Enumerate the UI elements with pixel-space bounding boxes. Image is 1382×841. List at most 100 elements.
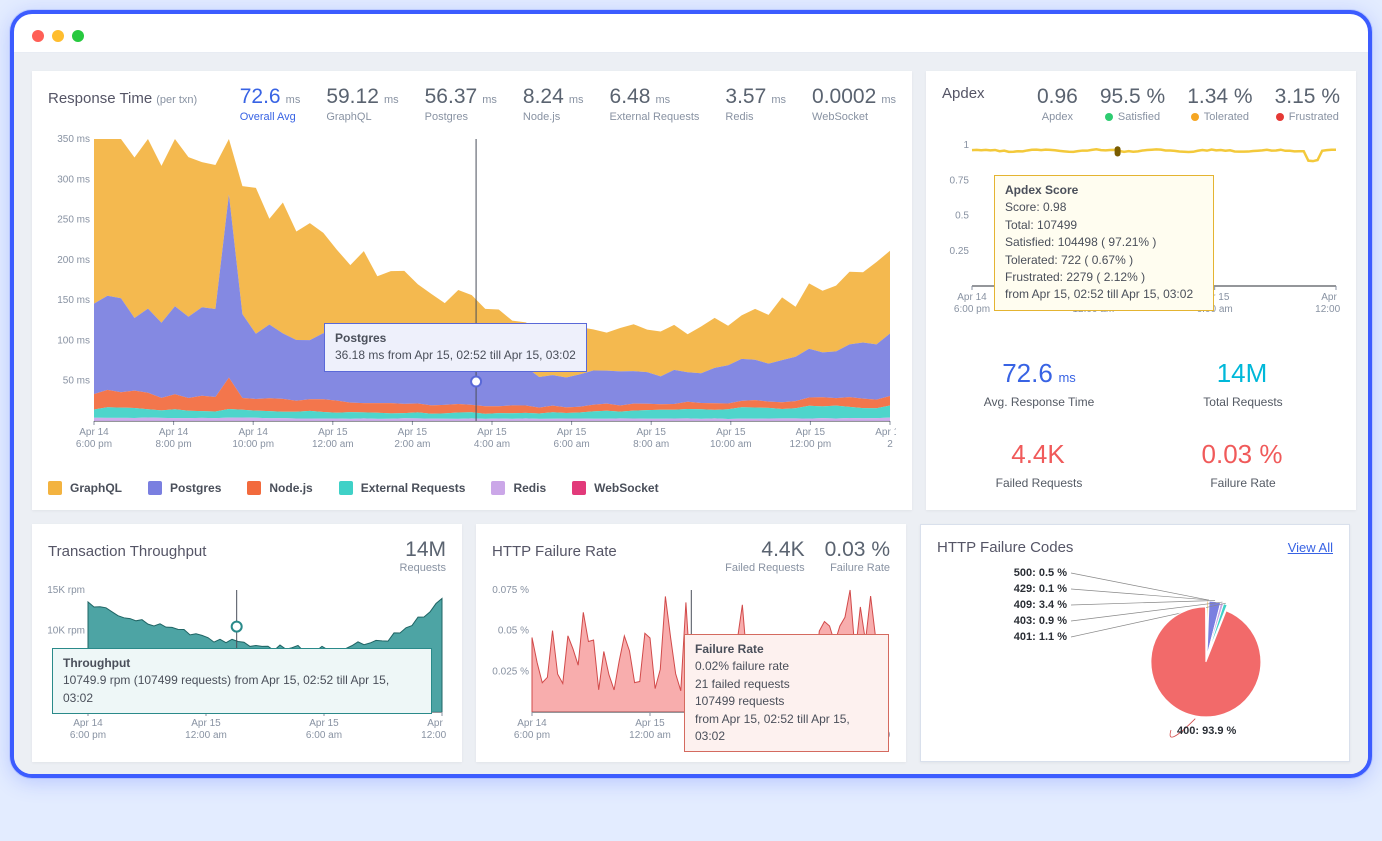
svg-text:200 ms: 200 ms bbox=[57, 255, 90, 266]
stat: 3.15 %Frustrated bbox=[1275, 85, 1340, 123]
stat: 3.57 msRedis bbox=[725, 85, 786, 123]
svg-text:8:00 am: 8:00 am bbox=[633, 439, 669, 450]
svg-text:15K rpm: 15K rpm bbox=[48, 585, 85, 596]
panel-response-time: Response Time (per txn) 72.6 msOverall A… bbox=[32, 71, 912, 510]
svg-text:2: 2 bbox=[887, 439, 893, 450]
tooltip-postgres: Postgres 36.18 ms from Apr 15, 02:52 til… bbox=[324, 323, 587, 372]
svg-text:Apr 15: Apr 15 bbox=[398, 427, 428, 438]
legend: GraphQL Postgres Node.js External Requests R… bbox=[48, 481, 896, 495]
tooltip-apdex: Apdex Score Score: 0.98Total: 107499Sati… bbox=[994, 175, 1214, 311]
svg-text:12:00 am: 12:00 am bbox=[312, 439, 354, 450]
svg-text:1: 1 bbox=[963, 141, 969, 151]
response-time-chart[interactable]: 50 ms100 ms150 ms200 ms250 ms300 ms350 m… bbox=[48, 131, 896, 471]
apdex-chart[interactable]: 0.250.50.751Apr 146:00 pmApr 1512:00 amA… bbox=[942, 141, 1340, 326]
panel-throughput: Transaction Throughput 14M Requests 5K r… bbox=[32, 524, 462, 762]
stat: 6.48 msExternal Requests bbox=[610, 85, 700, 123]
svg-text:0.025 %: 0.025 % bbox=[492, 666, 529, 677]
stat-label: Requests bbox=[400, 562, 446, 574]
legend-item[interactable]: Postgres bbox=[148, 481, 221, 495]
failure-rate-chart[interactable]: 0.025 %0.05 %0.075 %Apr 146:00 pmApr 151… bbox=[492, 582, 890, 752]
stat: 4.4KFailed Requests bbox=[725, 538, 805, 574]
svg-text:Apr 15: Apr 15 bbox=[427, 718, 446, 729]
svg-text:Apr 15: Apr 15 bbox=[309, 718, 339, 729]
stat-value: 14M bbox=[400, 538, 446, 562]
throughput-chart[interactable]: 5K rpm10K rpm15K rpmApr 146:00 pmApr 151… bbox=[48, 582, 446, 752]
svg-text:Apr 15: Apr 15 bbox=[635, 718, 665, 729]
svg-text:Apr 15: Apr 15 bbox=[318, 427, 348, 438]
window-close-icon[interactable] bbox=[32, 30, 44, 42]
svg-text:350 ms: 350 ms bbox=[57, 134, 90, 145]
svg-text:10:00 am: 10:00 am bbox=[710, 439, 752, 450]
stat: 0.96Apdex bbox=[1037, 85, 1078, 123]
panel-failure-codes: HTTP Failure Codes View All 500: 0.5 % 42… bbox=[920, 524, 1350, 762]
svg-text:12:00 pm: 12:00 pm bbox=[1315, 304, 1340, 315]
tooltip-throughput: Throughput 10749.9 rpm (107499 requests)… bbox=[52, 648, 432, 714]
svg-text:4:00 am: 4:00 am bbox=[474, 439, 510, 450]
panel-subtitle: (per txn) bbox=[156, 94, 197, 106]
svg-text:400: 93.9 %: 400: 93.9 % bbox=[1177, 725, 1237, 737]
svg-text:2:00 am: 2:00 am bbox=[394, 439, 430, 450]
tooltip-failure-rate: Failure Rate 0.02% failure rate21 failed… bbox=[684, 634, 889, 752]
kpi: 0.03 %Failure Rate bbox=[1146, 429, 1340, 500]
panel-title: HTTP Failure Codes bbox=[937, 539, 1073, 556]
svg-text:6:00 pm: 6:00 pm bbox=[70, 730, 106, 741]
svg-text:6:00 pm: 6:00 pm bbox=[76, 439, 112, 450]
svg-text:500: 0.5 %: 500: 0.5 % bbox=[1014, 567, 1067, 579]
stat: 59.12 msGraphQL bbox=[326, 85, 398, 123]
window-max-icon[interactable] bbox=[72, 30, 84, 42]
legend-item[interactable]: GraphQL bbox=[48, 481, 122, 495]
app-window: Response Time (per txn) 72.6 msOverall A… bbox=[10, 10, 1372, 778]
svg-text:300 ms: 300 ms bbox=[57, 174, 90, 185]
legend-item[interactable]: Node.js bbox=[247, 481, 312, 495]
legend-item[interactable]: Redis bbox=[491, 481, 546, 495]
svg-text:50 ms: 50 ms bbox=[63, 376, 90, 387]
view-all-link[interactable]: View All bbox=[1288, 540, 1333, 555]
panel-title: Apdex bbox=[942, 85, 985, 102]
svg-text:0.25: 0.25 bbox=[950, 246, 970, 257]
svg-text:Apr 14: Apr 14 bbox=[517, 718, 547, 729]
svg-text:Apr 15: Apr 15 bbox=[1321, 292, 1340, 303]
panel-title: HTTP Failure Rate bbox=[492, 543, 617, 560]
svg-text:Apr 15: Apr 15 bbox=[477, 427, 507, 438]
panel-title: Response Time bbox=[48, 90, 152, 107]
svg-text:0.075 %: 0.075 % bbox=[492, 585, 529, 596]
svg-text:10K rpm: 10K rpm bbox=[48, 626, 85, 637]
svg-text:12:00 pm: 12:00 pm bbox=[421, 730, 446, 741]
kpi-grid: 72.6 msAvg. Response Time14MTotal Reques… bbox=[942, 348, 1340, 500]
svg-text:10:00 pm: 10:00 pm bbox=[232, 439, 274, 450]
stat: 72.6 msOverall Avg bbox=[240, 85, 301, 123]
svg-text:429: 0.1 %: 429: 0.1 % bbox=[1014, 583, 1067, 595]
svg-text:401: 1.1 %: 401: 1.1 % bbox=[1014, 631, 1067, 643]
svg-text:8:00 pm: 8:00 pm bbox=[156, 439, 192, 450]
kpi: 14MTotal Requests bbox=[1146, 348, 1340, 419]
svg-text:Apr 14: Apr 14 bbox=[73, 718, 103, 729]
svg-text:Apr 15: Apr 15 bbox=[191, 718, 221, 729]
titlebar bbox=[14, 14, 1368, 52]
stat: 0.03 %Failure Rate bbox=[825, 538, 890, 574]
svg-text:250 ms: 250 ms bbox=[57, 215, 90, 226]
svg-text:6:00 pm: 6:00 pm bbox=[514, 730, 550, 741]
panel-title: Transaction Throughput bbox=[48, 543, 206, 560]
svg-text:12:00 am: 12:00 am bbox=[185, 730, 227, 741]
stat: 8.24 msNode.js bbox=[523, 85, 584, 123]
stat: 95.5 %Satisfied bbox=[1100, 85, 1165, 123]
svg-text:Apr 14: Apr 14 bbox=[159, 427, 189, 438]
legend-item[interactable]: WebSocket bbox=[572, 481, 658, 495]
svg-text:0.5: 0.5 bbox=[955, 211, 969, 222]
svg-text:6:00 am: 6:00 am bbox=[554, 439, 590, 450]
svg-text:Apr 14: Apr 14 bbox=[957, 292, 987, 303]
svg-text:0.75: 0.75 bbox=[950, 175, 970, 186]
legend-item[interactable]: External Requests bbox=[339, 481, 466, 495]
svg-text:Apr 15: Apr 15 bbox=[636, 427, 666, 438]
failure-codes-pie[interactable]: 500: 0.5 %429: 0.1 %409: 3.4 %403: 0.9 %… bbox=[937, 556, 1335, 746]
svg-text:Apr 14: Apr 14 bbox=[238, 427, 268, 438]
panel-apdex: Apdex 0.96Apdex95.5 %Satisfied1.34 %Tole… bbox=[926, 71, 1356, 510]
svg-text:Apr 15: Apr 15 bbox=[796, 427, 826, 438]
svg-text:Apr 15: Apr 15 bbox=[716, 427, 746, 438]
kpi: 4.4KFailed Requests bbox=[942, 429, 1136, 500]
window-min-icon[interactable] bbox=[52, 30, 64, 42]
panel-failure-rate: HTTP Failure Rate 4.4KFailed Requests 0.0… bbox=[476, 524, 906, 762]
svg-text:6:00 pm: 6:00 pm bbox=[954, 304, 990, 315]
svg-text:150 ms: 150 ms bbox=[57, 295, 90, 306]
kpi: 72.6 msAvg. Response Time bbox=[942, 348, 1136, 419]
